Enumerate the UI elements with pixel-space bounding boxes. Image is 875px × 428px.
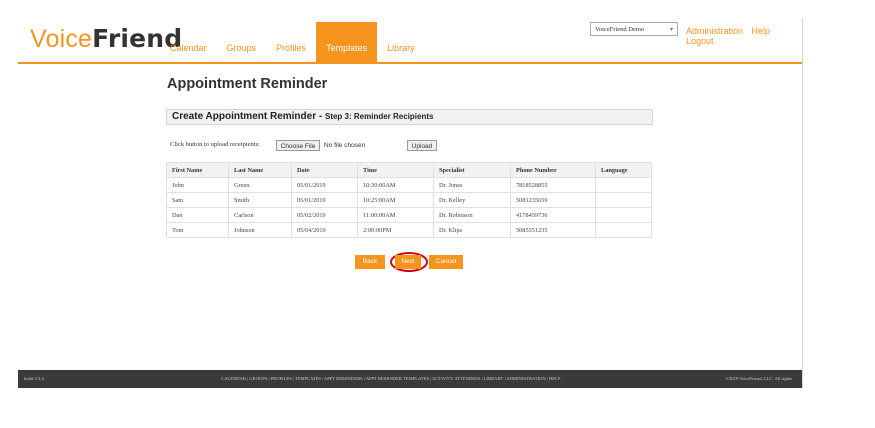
cell-phone-number: 5081235659 bbox=[510, 192, 596, 208]
logout-link[interactable]: Logout bbox=[686, 36, 714, 46]
table-row: Dan Carlson 05/02/2019 11:00:00AM Dr. Ro… bbox=[166, 207, 652, 223]
col-language: Language bbox=[595, 162, 652, 178]
app-page: VoiceFriend Calendar Groups Profiles Tem… bbox=[18, 18, 803, 388]
cell-last-name: Johnson bbox=[228, 222, 292, 238]
next-button[interactable]: Next bbox=[395, 255, 421, 269]
step-title-sub: Step 3: Reminder Recipients bbox=[324, 112, 434, 121]
tab-profiles[interactable]: Profiles bbox=[266, 22, 316, 62]
tab-calendar[interactable]: Calendar bbox=[160, 22, 217, 62]
chevron-down-icon: ▾ bbox=[669, 27, 673, 33]
cell-first-name: Tom bbox=[166, 222, 229, 238]
cell-language bbox=[595, 222, 652, 238]
cell-date: 05/04/2019 bbox=[291, 222, 358, 238]
col-last-name: Last Name bbox=[228, 162, 292, 178]
page-title: Appointment Reminder bbox=[167, 76, 328, 92]
cell-last-name: Green bbox=[228, 177, 292, 193]
cell-language bbox=[595, 177, 652, 193]
col-first-name: First Name bbox=[166, 162, 229, 178]
table-row: Sam Smith 05/01/2019 10:25:00AM Dr. Kell… bbox=[166, 192, 652, 208]
tab-templates[interactable]: Templates bbox=[316, 22, 378, 62]
cell-date: 05/02/2019 bbox=[291, 207, 358, 223]
main-nav: Calendar Groups Profiles Templates Libra… bbox=[160, 22, 425, 62]
build-version: build 3.3.4 bbox=[24, 376, 44, 381]
account-select-value: VoiceFriend Demo bbox=[595, 26, 645, 33]
cell-time: 10:30:00AM bbox=[357, 177, 434, 193]
account-select[interactable]: VoiceFriend Demo ▾ bbox=[590, 22, 678, 36]
help-link[interactable]: Help bbox=[752, 26, 771, 36]
cell-time: 10:25:00AM bbox=[357, 192, 434, 208]
upload-label: Click button to upload receipients: bbox=[170, 141, 260, 148]
cell-last-name: Carlson bbox=[228, 207, 292, 223]
col-date: Date bbox=[291, 162, 358, 178]
step-title-main: Create Appointment Reminder - bbox=[172, 111, 325, 122]
step-title: Create Appointment Reminder - Step 3: Re… bbox=[172, 111, 433, 122]
footer: build 3.3.4 CALENDAR | GROUPS | PROFILES… bbox=[18, 370, 802, 388]
cell-time: 2:00:00PM bbox=[357, 222, 434, 238]
cell-phone-number: 4178459736 bbox=[510, 207, 596, 223]
cell-first-name: Sam bbox=[166, 192, 229, 208]
cell-first-name: John bbox=[166, 177, 229, 193]
col-time: Time bbox=[357, 162, 434, 178]
top-links: Administration Help Logout bbox=[686, 26, 802, 46]
copyright: ©2019 VoiceFriend, LLC. All rights bbox=[725, 376, 792, 381]
cell-last-name: Smith bbox=[228, 192, 292, 208]
cell-time: 11:00:00AM bbox=[357, 207, 434, 223]
cell-language bbox=[595, 192, 652, 208]
cell-specialist: Dr. Robinson bbox=[433, 207, 511, 223]
footer-links[interactable]: CALENDAR | GROUPS | PROFILES | TEMPLATES… bbox=[221, 376, 560, 381]
cell-first-name: Dan bbox=[166, 207, 229, 223]
step-header: Create Appointment Reminder - Step 3: Re… bbox=[166, 109, 653, 125]
recipients-table: First Name Last Name Date Time Specialis… bbox=[166, 162, 652, 238]
administration-link[interactable]: Administration bbox=[686, 26, 743, 36]
header: VoiceFriend Calendar Groups Profiles Tem… bbox=[18, 18, 802, 64]
cell-specialist: Dr. Jones bbox=[433, 177, 511, 193]
cell-date: 05/01/2019 bbox=[291, 192, 358, 208]
cell-language bbox=[595, 207, 652, 223]
table-row: Tom Johnson 05/04/2019 2:00:00PM Dr. Kli… bbox=[166, 222, 652, 238]
cell-phone-number: 7818528855 bbox=[510, 177, 596, 193]
cell-specialist: Dr. Klips bbox=[433, 222, 511, 238]
tab-groups[interactable]: Groups bbox=[217, 22, 267, 62]
col-phone-number: Phone Number bbox=[510, 162, 596, 178]
tab-library[interactable]: Library bbox=[377, 22, 425, 62]
cell-specialist: Dr. Kelley bbox=[433, 192, 511, 208]
choose-file-button[interactable]: Choose File bbox=[276, 140, 320, 151]
logo-voice: Voice bbox=[30, 25, 93, 53]
table-header-row: First Name Last Name Date Time Specialis… bbox=[166, 162, 652, 178]
cell-phone-number: 5085551235 bbox=[510, 222, 596, 238]
upload-button[interactable]: Upload bbox=[407, 140, 437, 151]
col-specialist: Specialist bbox=[433, 162, 511, 178]
cell-date: 05/01/2019 bbox=[291, 177, 358, 193]
cancel-button[interactable]: Cancel bbox=[429, 255, 463, 269]
table-row: John Green 05/01/2019 10:30:00AM Dr. Jon… bbox=[166, 177, 652, 193]
back-button[interactable]: Back bbox=[355, 255, 385, 269]
file-status: No file chosen bbox=[324, 142, 366, 149]
